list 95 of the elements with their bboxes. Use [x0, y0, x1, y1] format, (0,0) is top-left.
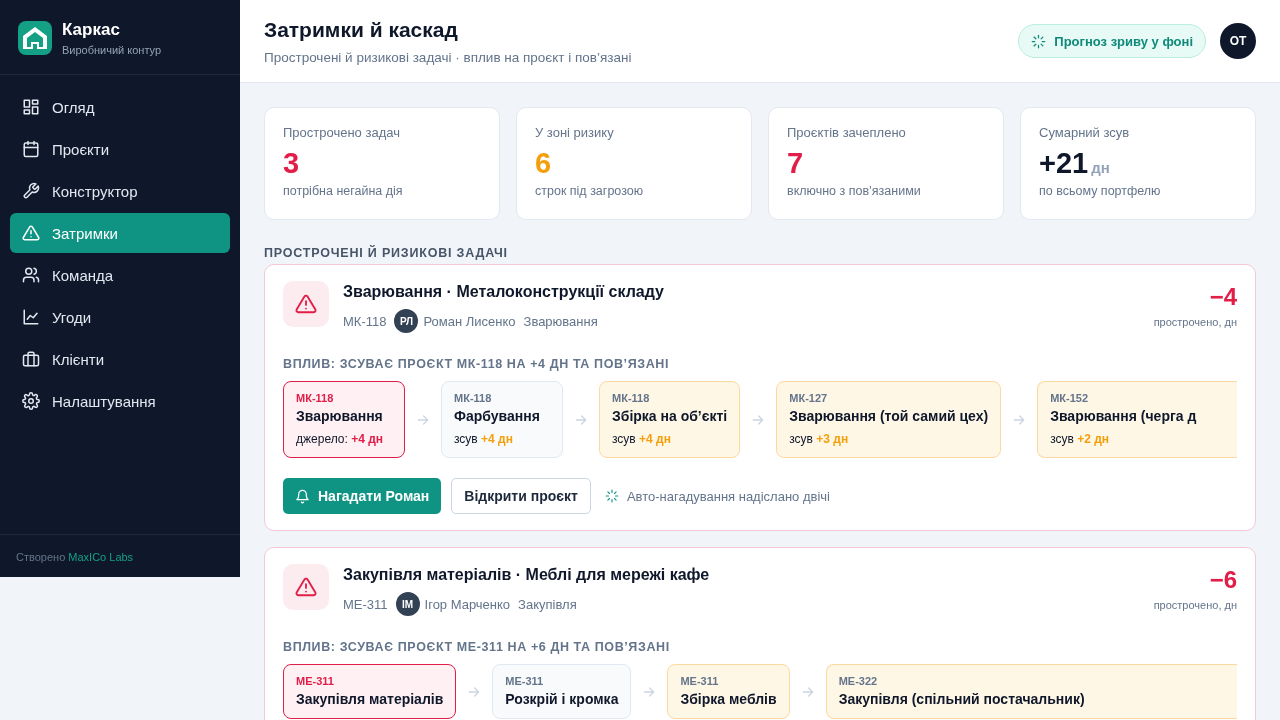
- nav-item[interactable]: Проєкти: [10, 129, 230, 169]
- node-title: Закупівля матеріалів: [296, 691, 444, 707]
- task-code: МК-118: [343, 313, 387, 329]
- nav-item[interactable]: Конструктор: [10, 171, 230, 211]
- impact-heading: ВПЛИВ: ЗСУВАЄ ПРОЄКТ МЕ-311 НА +6 ДН ТА ПОВ’ЯЗАНІ: [283, 640, 671, 654]
- stat-unit: дн: [1091, 159, 1110, 176]
- nav-item[interactable]: Клієнти: [10, 339, 230, 379]
- node-code: МК-118: [612, 392, 651, 404]
- node-title: Зварювання (той самий цех): [789, 408, 989, 424]
- node-code: МЕ-311: [505, 675, 545, 687]
- assignee-avatar: РЛ: [394, 309, 419, 333]
- cascade-node[interactable]: МЕ-322 Закупівля (спільний постачальник): [825, 664, 1237, 719]
- stat-label: У зоні ризику: [535, 125, 615, 140]
- cascade-node[interactable]: МЕ-311 Закупівля матеріалів: [283, 664, 457, 719]
- stat-value: +21: [1039, 148, 1089, 178]
- auto-reminder-note: Авто-нагадування надіслано двічі: [626, 488, 830, 504]
- node-shift: зсув +2 дн: [1050, 432, 1111, 446]
- stat-note: строк під загрозою: [535, 184, 645, 198]
- node-shift: зсув +4 дн: [612, 432, 672, 446]
- node-title: Розкрій і кромка: [505, 691, 619, 707]
- overdue-days: −6: [1153, 566, 1237, 594]
- calendar-icon: [22, 140, 40, 158]
- warning-icon: [295, 293, 317, 315]
- page-title: Затримки й каскад: [264, 17, 459, 42]
- forecast-badge: Прогноз зриву у фоні: [1018, 24, 1206, 58]
- nav-item[interactable]: Огляд: [10, 87, 230, 127]
- node-title: Збірка на об’єкті: [612, 408, 728, 424]
- nav-item[interactable]: Угоди: [10, 297, 230, 337]
- stat-note: по всьому портфелю: [1039, 184, 1162, 198]
- spinner-icon: [604, 489, 619, 503]
- nav-item[interactable]: Затримки: [10, 213, 230, 253]
- node-shift: зсув +3 дн: [789, 432, 850, 446]
- section-heading: ПРОСТРОЧЕНІ Й РИЗИКОВІ ЗАДАЧІ: [264, 246, 509, 260]
- task-code: МЕ-311: [343, 596, 388, 612]
- remind-button[interactable]: Нагадати Роман: [283, 478, 442, 514]
- line-chart-icon: [22, 308, 40, 326]
- assignee-name: Роман Лисенко: [423, 313, 516, 329]
- spinner-icon: [1031, 33, 1047, 49]
- node-title: Зварювання (черга д: [1050, 408, 1198, 424]
- task-title: Зварювання · Металоконструкції складу: [343, 283, 665, 301]
- cascade-node[interactable]: МЕ-311 Розкрій і кромка: [492, 664, 632, 719]
- node-title: Збірка меблів: [680, 691, 777, 707]
- house-logo-icon: [18, 21, 52, 55]
- overdue-days: −4: [1153, 283, 1237, 311]
- node-title: Зварювання: [296, 408, 384, 424]
- cascade-node[interactable]: МК-118 Фарбування зсув +4 дн: [441, 381, 563, 458]
- warning-icon: [295, 576, 317, 598]
- nav-item[interactable]: Команда: [10, 255, 230, 295]
- nav-item[interactable]: Налаштування: [10, 381, 230, 421]
- node-code: МК-118: [296, 392, 335, 404]
- stat-label: Проєктів зачеплено: [787, 125, 907, 140]
- stat-label: Сумарний зсув: [1039, 125, 1131, 140]
- warning-icon: [22, 224, 40, 242]
- briefcase-icon: [22, 350, 40, 368]
- task-title: Закупівля матеріалів · Меблі для мережі кафе: [343, 566, 711, 584]
- page-subtitle: Прострочені й ризикові задачі · вплив на проєкт і пов’язані: [264, 49, 633, 65]
- overdue-label: прострочено, дн: [1153, 316, 1237, 328]
- assignee-name: Ігор Марченко: [424, 596, 511, 612]
- assignee-avatar: IM: [395, 592, 420, 616]
- open-project-button[interactable]: Відкрити проєкт: [451, 478, 591, 514]
- task-category: Закупівля: [518, 596, 577, 612]
- node-code: МЕ-322: [838, 675, 879, 687]
- stat-value: 3: [283, 148, 300, 178]
- node-title: Фарбування: [454, 408, 541, 424]
- node-title: Закупівля (спільний постачальник): [838, 691, 1086, 707]
- overdue-label: прострочено, дн: [1153, 599, 1237, 611]
- task-category: Зварювання: [523, 313, 598, 329]
- grid-icon: [22, 98, 40, 116]
- node-shift: джерело: +4 дн: [296, 432, 385, 446]
- node-code: МК-127: [789, 392, 829, 404]
- node-code: МЕ-311: [296, 675, 335, 687]
- credit-text: Створено MaxICo Labs: [0, 534, 240, 577]
- stat-value: 6: [535, 148, 552, 178]
- stat-note: потрібна негайна дія: [283, 184, 404, 198]
- settings-icon: [22, 392, 40, 410]
- users-icon: [22, 266, 40, 284]
- cascade-node[interactable]: МК-152 Зварювання (черга д зсув +2 дн: [1037, 381, 1237, 458]
- node-code: МЕ-311: [680, 675, 720, 687]
- impact-heading: ВПЛИВ: ЗСУВАЄ ПРОЄКТ МК-118 НА +4 ДН ТА ПОВ’ЯЗАНІ: [283, 357, 670, 371]
- brand-name: Каркас: [62, 20, 121, 40]
- stat-label: Прострочено задач: [283, 125, 401, 140]
- stat-note: включно з пов’язаними: [787, 184, 922, 198]
- cascade-node[interactable]: МК-118 Збірка на об’єкті зсув +4 дн: [599, 381, 741, 458]
- credit-link[interactable]: MaxICo Labs: [68, 551, 134, 563]
- user-avatar[interactable]: ОТ: [1220, 23, 1256, 59]
- node-code: МК-152: [1050, 392, 1090, 404]
- node-shift: зсув +4 дн: [454, 432, 514, 446]
- wrench-icon: [22, 182, 40, 200]
- brand-subtitle: Виробничий контур: [62, 44, 162, 56]
- cascade-node[interactable]: МК-127 Зварювання (той самий цех) зсув +3 дн: [776, 381, 1002, 458]
- stat-value: 7: [787, 148, 804, 178]
- cascade-node[interactable]: МК-118 Зварювання джерело: +4 дн: [283, 381, 405, 458]
- node-code: МК-118: [454, 392, 493, 404]
- bell-icon: [295, 488, 310, 504]
- cascade-node[interactable]: МЕ-311 Збірка меблів: [667, 664, 790, 719]
